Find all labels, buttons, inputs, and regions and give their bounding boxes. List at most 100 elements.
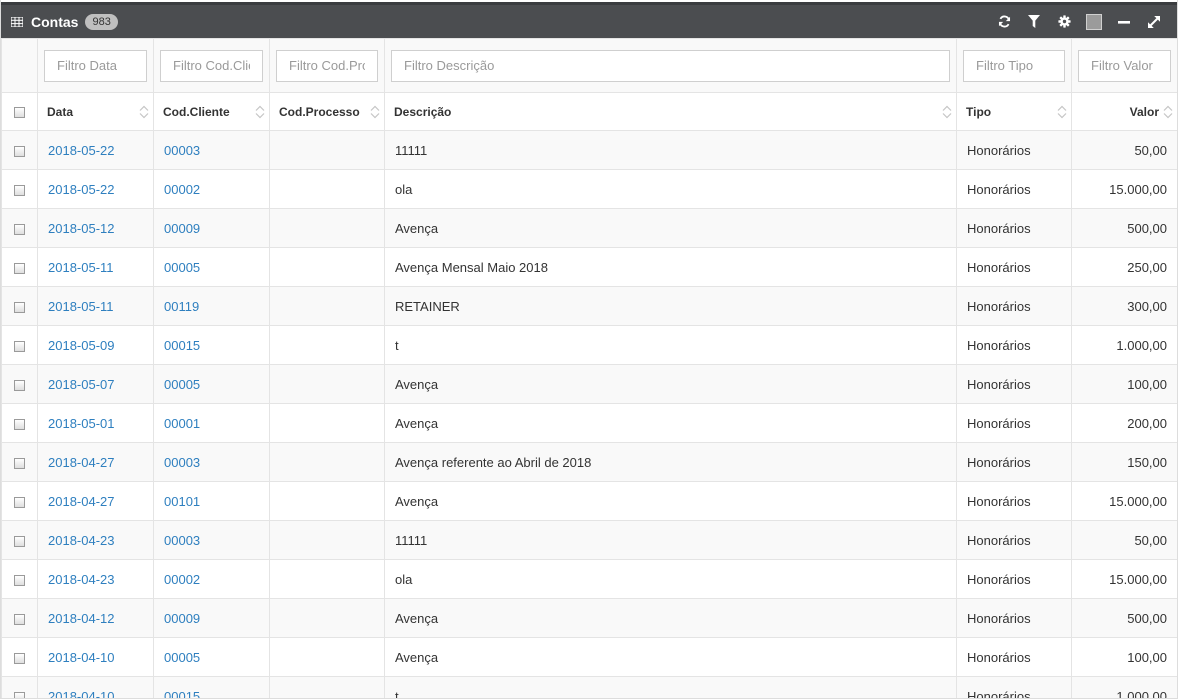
filter-data-input[interactable] <box>44 50 147 82</box>
column-header-cod-processo[interactable]: Cod.Processo <box>270 93 385 131</box>
client-code-link[interactable]: 00009 <box>164 611 200 626</box>
date-link[interactable]: 2018-05-12 <box>48 221 115 236</box>
table-row[interactable]: 2018-04-23 00002 ola Honorários 15.000,0… <box>2 560 1178 599</box>
row-checkbox[interactable] <box>14 497 25 508</box>
table-row[interactable]: 2018-04-27 00101 Avença Honorários 15.00… <box>2 482 1178 521</box>
filter-cell-data <box>38 39 154 93</box>
date-link[interactable]: 2018-04-27 <box>48 455 115 470</box>
client-code-link[interactable]: 00001 <box>164 416 200 431</box>
cell-tipo: Honorários <box>957 287 1072 326</box>
date-link[interactable]: 2018-05-09 <box>48 338 115 353</box>
date-link[interactable]: 2018-04-12 <box>48 611 115 626</box>
cell-data: 2018-05-22 <box>38 131 154 170</box>
table-row[interactable]: 2018-05-12 00009 Avença Honorários 500,0… <box>2 209 1178 248</box>
filter-cod-processo-input[interactable] <box>276 50 378 82</box>
client-code-link[interactable]: 00119 <box>164 299 199 314</box>
filter-tipo-input[interactable] <box>963 50 1065 82</box>
row-checkbox[interactable] <box>14 419 25 430</box>
client-code-link[interactable]: 00015 <box>164 338 200 353</box>
table-row[interactable]: 2018-04-23 00003 11111 Honorários 50,00 <box>2 521 1178 560</box>
cell-tipo: Honorários <box>957 482 1072 521</box>
row-select-cell <box>2 326 38 365</box>
row-checkbox[interactable] <box>14 575 25 586</box>
table-row[interactable]: 2018-04-12 00009 Avença Honorários 500,0… <box>2 599 1178 638</box>
table-row[interactable]: 2018-05-07 00005 Avença Honorários 100,0… <box>2 365 1178 404</box>
row-select-cell <box>2 443 38 482</box>
column-header-data[interactable]: Data <box>38 93 154 131</box>
table-row[interactable]: 2018-04-10 00015 t Honorários 1.000,00 <box>2 677 1178 699</box>
filter-button[interactable] <box>1019 5 1049 38</box>
row-select-cell <box>2 287 38 326</box>
row-checkbox[interactable] <box>14 224 25 235</box>
refresh-button[interactable] <box>989 5 1019 38</box>
client-code-link[interactable]: 00009 <box>164 221 200 236</box>
table-row[interactable]: 2018-04-10 00005 Avença Honorários 100,0… <box>2 638 1178 677</box>
cell-cod-cliente: 00002 <box>154 170 270 209</box>
row-checkbox[interactable] <box>14 185 25 196</box>
row-checkbox[interactable] <box>14 146 25 157</box>
date-link[interactable]: 2018-05-07 <box>48 377 115 392</box>
table-row[interactable]: 2018-05-11 00119 RETAINER Honorários 300… <box>2 287 1178 326</box>
table-row[interactable]: 2018-05-01 00001 Avença Honorários 200,0… <box>2 404 1178 443</box>
cell-valor: 1.000,00 <box>1072 677 1178 699</box>
client-code-link[interactable]: 00003 <box>164 533 200 548</box>
row-checkbox[interactable] <box>14 341 25 352</box>
client-code-link[interactable]: 00003 <box>164 143 200 158</box>
cell-tipo: Honorários <box>957 521 1072 560</box>
table-row[interactable]: 2018-04-27 00003 Avença referente ao Abr… <box>2 443 1178 482</box>
column-header-descricao[interactable]: Descrição <box>385 93 957 131</box>
filter-descricao-input[interactable] <box>391 50 950 82</box>
color-picker-button[interactable] <box>1079 5 1109 38</box>
row-checkbox[interactable] <box>14 302 25 313</box>
client-code-link[interactable]: 00101 <box>164 494 200 509</box>
date-link[interactable]: 2018-04-10 <box>48 689 115 699</box>
column-header-tipo[interactable]: Tipo <box>957 93 1072 131</box>
row-checkbox[interactable] <box>14 458 25 469</box>
cell-cod-cliente: 00015 <box>154 326 270 365</box>
table-row[interactable]: 2018-05-22 00003 11111 Honorários 50,00 <box>2 131 1178 170</box>
row-select-cell <box>2 131 38 170</box>
row-checkbox[interactable] <box>14 614 25 625</box>
date-link[interactable]: 2018-05-22 <box>48 182 115 197</box>
cell-cod-processo <box>270 638 385 677</box>
cell-valor: 200,00 <box>1072 404 1178 443</box>
table-row[interactable]: 2018-05-11 00005 Avença Mensal Maio 2018… <box>2 248 1178 287</box>
date-link[interactable]: 2018-05-11 <box>48 260 114 275</box>
client-code-link[interactable]: 00005 <box>164 260 200 275</box>
client-code-link[interactable]: 00003 <box>164 455 200 470</box>
date-link[interactable]: 2018-05-01 <box>48 416 115 431</box>
date-link[interactable]: 2018-05-22 <box>48 143 115 158</box>
client-code-link[interactable]: 00002 <box>164 182 200 197</box>
date-link[interactable]: 2018-05-11 <box>48 299 114 314</box>
settings-button[interactable] <box>1049 5 1079 38</box>
select-all-checkbox[interactable] <box>14 107 25 118</box>
row-select-cell <box>2 560 38 599</box>
client-code-link[interactable]: 00005 <box>164 377 200 392</box>
client-code-link[interactable]: 00015 <box>164 689 200 699</box>
filter-cod-cliente-input[interactable] <box>160 50 263 82</box>
filter-valor-input[interactable] <box>1078 50 1171 82</box>
minimize-button[interactable] <box>1109 5 1139 38</box>
date-link[interactable]: 2018-04-23 <box>48 572 115 587</box>
date-link[interactable]: 2018-04-27 <box>48 494 115 509</box>
row-select-cell <box>2 404 38 443</box>
cell-cod-cliente: 00001 <box>154 404 270 443</box>
client-code-link[interactable]: 00005 <box>164 650 200 665</box>
cell-cod-cliente: 00003 <box>154 131 270 170</box>
row-checkbox[interactable] <box>14 653 25 664</box>
client-code-link[interactable]: 00002 <box>164 572 200 587</box>
column-header-cod-cliente[interactable]: Cod.Cliente <box>154 93 270 131</box>
minimize-icon <box>1118 16 1130 28</box>
date-link[interactable]: 2018-04-10 <box>48 650 115 665</box>
table-row[interactable]: 2018-05-09 00015 t Honorários 1.000,00 <box>2 326 1178 365</box>
date-link[interactable]: 2018-04-23 <box>48 533 115 548</box>
row-checkbox[interactable] <box>14 380 25 391</box>
table-row[interactable]: 2018-05-22 00002 ola Honorários 15.000,0… <box>2 170 1178 209</box>
column-header-valor[interactable]: Valor <box>1072 93 1178 131</box>
row-checkbox[interactable] <box>14 536 25 547</box>
fullscreen-button[interactable] <box>1139 5 1169 38</box>
row-checkbox[interactable] <box>14 263 25 274</box>
cell-data: 2018-05-09 <box>38 326 154 365</box>
cell-valor: 15.000,00 <box>1072 170 1178 209</box>
portlet-tools <box>989 5 1169 38</box>
